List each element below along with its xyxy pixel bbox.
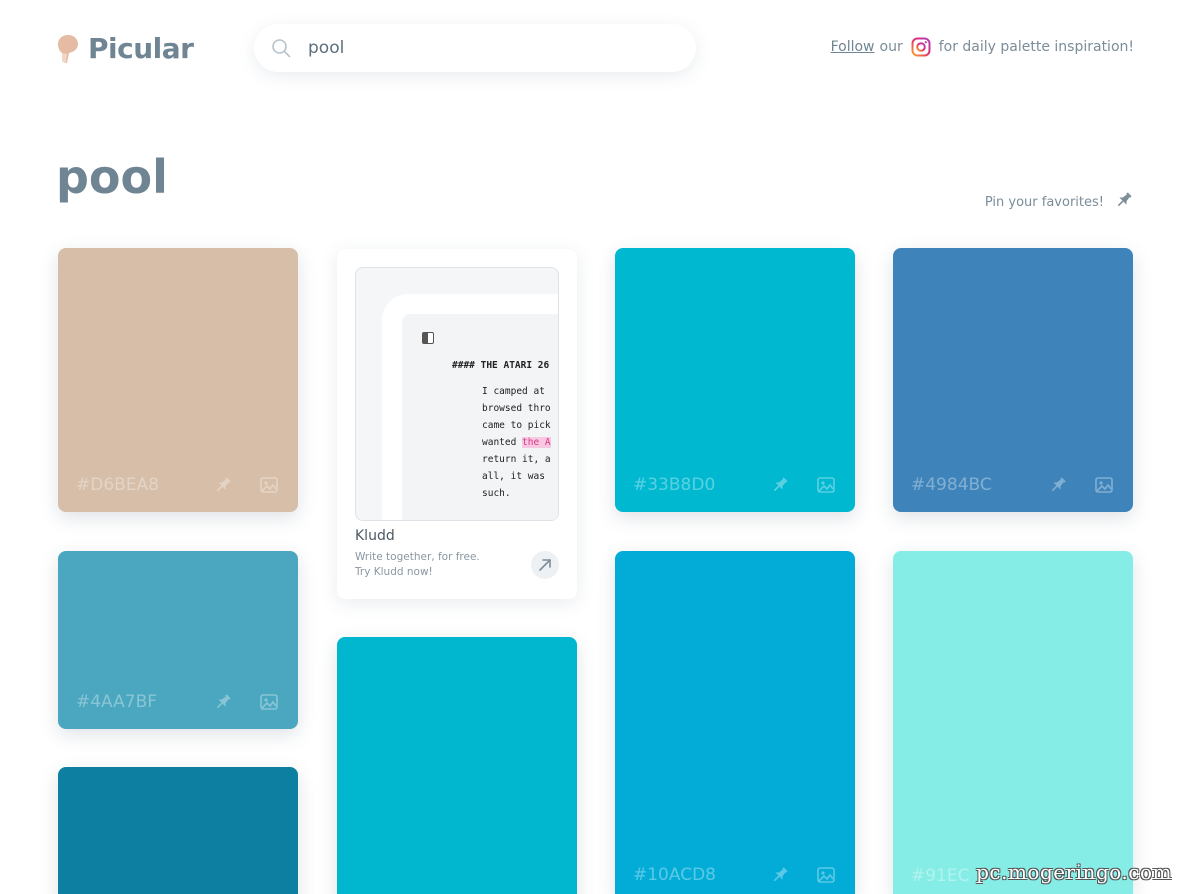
color-card[interactable]: #D6BEA8 xyxy=(58,248,298,512)
hex-label: #D6BEA8 xyxy=(76,475,159,495)
image-icon[interactable] xyxy=(815,864,837,886)
pin-icon[interactable] xyxy=(212,474,234,496)
watermark: pc.mogeringo.com xyxy=(976,860,1172,884)
doc-highlight: the A xyxy=(522,437,551,448)
follow-banner: Follow our for daily palette inspiration… xyxy=(831,37,1134,57)
color-card[interactable]: #10ACD8 xyxy=(615,551,855,894)
search-icon[interactable] xyxy=(270,37,292,59)
hex-label: #4984BC xyxy=(911,475,992,495)
hex-label: #33B8D0 xyxy=(633,475,716,495)
search-bar[interactable] xyxy=(254,24,696,72)
card-footer: #4984BC xyxy=(911,474,1115,496)
ad-description: Write together, for free. Try Kludd now! xyxy=(355,550,480,580)
ad-desc-line: Try Kludd now! xyxy=(355,566,433,578)
doc-line: browsed thro xyxy=(482,403,551,414)
arrow-up-right-icon xyxy=(539,559,551,571)
follow-link[interactable]: Follow xyxy=(831,39,875,55)
color-card[interactable] xyxy=(337,637,577,894)
color-card[interactable]: #4984BC xyxy=(893,248,1133,512)
image-icon[interactable] xyxy=(815,474,837,496)
page-title: pool xyxy=(56,150,168,204)
ad-desc-line: Write together, for free. xyxy=(355,551,480,563)
pin-hint: Pin your favorites! xyxy=(985,190,1134,214)
ad-open-button[interactable] xyxy=(531,551,559,579)
doc-line-highlight: wanted the A xyxy=(482,437,551,448)
pin-icon[interactable] xyxy=(769,474,791,496)
hex-label: #4AA7BF xyxy=(76,692,158,712)
image-icon[interactable] xyxy=(258,691,280,713)
doc-line: all, it was xyxy=(482,471,545,482)
doc-line: such. xyxy=(482,488,511,499)
color-card[interactable]: #33B8D0 xyxy=(615,248,855,512)
pin-icon xyxy=(1114,190,1134,214)
follow-tail-text: for daily palette inspiration! xyxy=(938,39,1134,55)
card-footer: #D6BEA8 xyxy=(76,474,280,496)
pin-icon[interactable] xyxy=(769,864,791,886)
instagram-icon[interactable] xyxy=(911,37,931,57)
search-input[interactable] xyxy=(306,37,680,59)
follow-mid-text: our xyxy=(879,39,903,55)
pin-hint-text: Pin your favorites! xyxy=(984,194,1104,210)
card-footer: #33B8D0 xyxy=(633,474,837,496)
card-footer: #10ACD8 xyxy=(633,864,837,886)
image-icon[interactable] xyxy=(258,474,280,496)
pin-icon[interactable] xyxy=(1047,474,1069,496)
doc-line-part: wanted xyxy=(482,437,523,448)
ad-card[interactable]: #### THE ATARI 26 I camped at browsed th… xyxy=(337,249,577,599)
card-footer: #4AA7BF xyxy=(76,691,280,713)
picular-page: Picular Follow our xyxy=(0,0,1200,894)
ad-preview-image: #### THE ATARI 26 I camped at browsed th… xyxy=(355,267,559,521)
color-card[interactable]: #91EC xyxy=(893,551,1133,894)
doc-line: return it, a xyxy=(482,454,551,465)
image-icon[interactable] xyxy=(1093,474,1115,496)
doc-line: I camped at xyxy=(482,386,545,397)
pin-icon[interactable] xyxy=(212,691,234,713)
logo-text: Picular xyxy=(88,32,194,65)
droplet-logo-icon xyxy=(56,33,80,65)
color-card[interactable] xyxy=(58,767,298,894)
ad-title[interactable]: Kludd xyxy=(355,528,395,544)
logo[interactable]: Picular xyxy=(56,32,194,65)
hex-label: #10ACD8 xyxy=(633,865,716,885)
sidebar-toggle-icon xyxy=(422,332,434,344)
color-card[interactable]: #4AA7BF xyxy=(58,551,298,729)
doc-heading: #### THE ATARI 26 xyxy=(452,360,550,371)
doc-line: came to pick xyxy=(482,420,551,431)
